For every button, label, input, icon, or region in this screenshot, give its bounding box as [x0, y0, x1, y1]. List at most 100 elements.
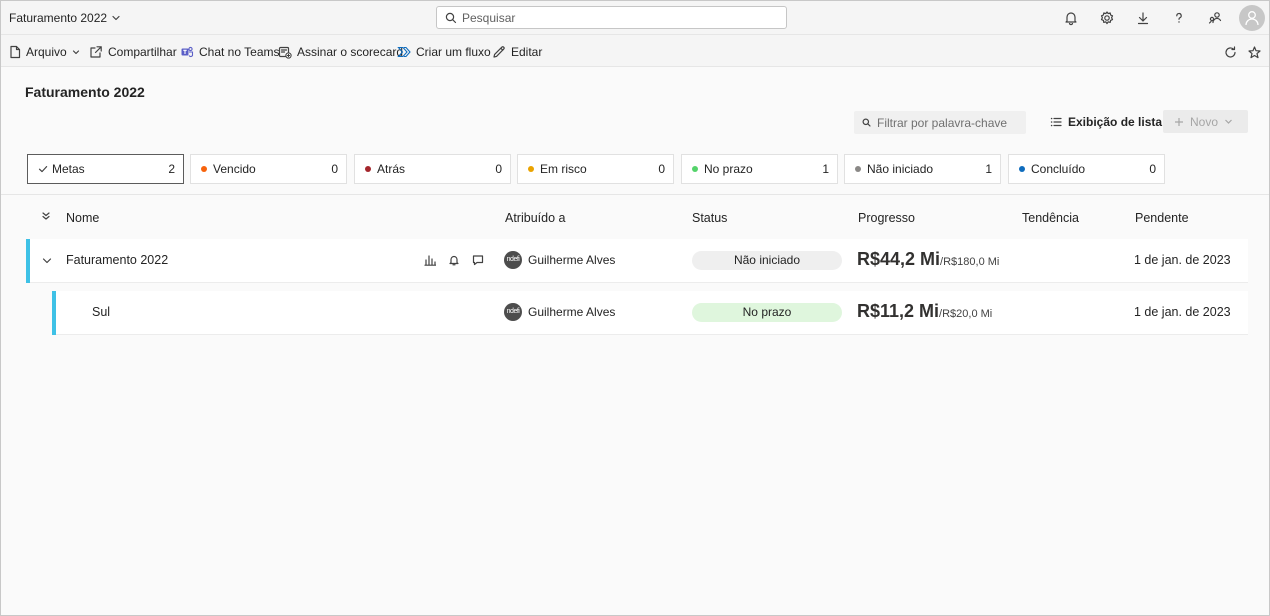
filter-pill-vencido[interactable]: Vencido 0 — [190, 154, 347, 184]
filter-pill-count: 0 — [331, 162, 338, 176]
filter-pill-count: 0 — [1149, 162, 1156, 176]
download-icon[interactable] — [1135, 10, 1151, 26]
teams-chat-button[interactable]: Chat no Teams — [180, 44, 280, 60]
target-value: /R$180,0 Mi — [940, 256, 1000, 268]
filter-pill-em-risco[interactable]: Em risco 0 — [517, 154, 674, 184]
column-header-trend[interactable]: Tendência — [1022, 211, 1079, 225]
progress-value[interactable]: R$11,2 Mi/R$20,0 Mi — [857, 301, 992, 322]
share-button[interactable]: Compartilhar — [89, 44, 177, 60]
new-button[interactable]: Novo — [1163, 110, 1248, 133]
create-flow-button[interactable]: Criar um fluxo — [397, 44, 491, 60]
search-icon — [445, 12, 457, 24]
row-actions — [424, 254, 484, 266]
column-header-name[interactable]: Nome — [66, 211, 99, 225]
user-avatar[interactable] — [1239, 5, 1265, 31]
column-header-assignee[interactable]: Atribuído a — [505, 211, 565, 225]
people-settings-icon[interactable] — [1207, 10, 1223, 26]
target-value: /R$20,0 Mi — [939, 308, 993, 320]
status-dot — [201, 166, 207, 172]
table-row[interactable]: Sul ndefi Guilherme Alves No prazo R$11,… — [52, 291, 1248, 335]
filter-pill-label: Metas — [52, 162, 85, 176]
progress-value[interactable]: R$44,2 Mi/R$180,0 Mi — [857, 249, 999, 270]
current-value: R$44,2 Mi — [857, 249, 941, 269]
status-dot — [855, 166, 861, 172]
collapse-all-icon[interactable] — [41, 211, 51, 221]
edit-button[interactable]: Editar — [492, 44, 542, 60]
table-row[interactable]: Faturamento 2022 ndefi Guilherme Alves N… — [26, 239, 1248, 283]
filter-pill-nao-iniciado[interactable]: Não iniciado 1 — [844, 154, 1001, 184]
help-icon[interactable] — [1171, 10, 1187, 26]
chevron-down-icon[interactable] — [111, 13, 121, 23]
list-icon — [1050, 117, 1062, 127]
chevron-down-icon[interactable] — [42, 256, 52, 266]
top-bar: Faturamento 2022 — [1, 1, 1269, 35]
filter-pill-metas[interactable]: Metas 2 — [27, 154, 184, 184]
goal-name[interactable]: Sul — [92, 305, 110, 319]
document-icon — [10, 45, 21, 59]
row-accent-bar — [26, 239, 30, 283]
page-title: Faturamento 2022 — [25, 84, 145, 100]
assignee-name: Guilherme Alves — [528, 253, 616, 267]
due-date: 1 de jan. de 2023 — [1134, 253, 1231, 267]
filter-pill-label: Em risco — [540, 162, 587, 176]
main-content: Faturamento 2022 Exibição de lista Novo … — [1, 67, 1269, 615]
filter-pill-label: No prazo — [704, 162, 753, 176]
assignee[interactable]: ndefi Guilherme Alves — [504, 303, 615, 321]
filter-pill-count: 2 — [168, 162, 175, 176]
assignee-name: Guilherme Alves — [528, 305, 616, 319]
list-view-button[interactable]: Exibição de lista — [1050, 115, 1162, 129]
avatar: ndefi — [504, 251, 522, 269]
file-menu-button[interactable]: Arquivo — [9, 44, 80, 60]
star-icon[interactable] — [1248, 44, 1261, 60]
comment-icon[interactable] — [472, 254, 484, 266]
row-accent-bar — [52, 291, 56, 335]
search-input[interactable] — [462, 10, 762, 25]
status-dot — [528, 166, 534, 172]
keyword-filter-input[interactable] — [877, 115, 1017, 130]
filter-pill-no-prazo[interactable]: No prazo 1 — [681, 154, 838, 184]
subscribe-icon — [278, 46, 292, 59]
filter-pill-count: 0 — [495, 162, 502, 176]
edit-label: Editar — [511, 45, 543, 59]
status-badge[interactable]: No prazo — [692, 303, 842, 322]
filter-pill-concluido[interactable]: Concluído 0 — [1008, 154, 1165, 184]
bell-icon[interactable] — [1063, 10, 1079, 26]
subscribe-scorecard-label: Assinar o scorecard — [297, 45, 404, 59]
teams-chat-label: Chat no Teams — [199, 45, 280, 59]
gear-icon[interactable] — [1099, 10, 1115, 26]
column-header-progress[interactable]: Progresso — [858, 211, 915, 225]
divider — [1, 194, 1269, 195]
file-menu-label: Arquivo — [26, 45, 67, 59]
list-view-label: Exibição de lista — [1068, 115, 1163, 129]
current-value: R$11,2 Mi — [857, 301, 940, 321]
plus-icon — [1175, 117, 1183, 126]
share-label: Compartilhar — [108, 45, 177, 59]
column-header-status[interactable]: Status — [692, 211, 727, 225]
share-icon — [90, 46, 102, 58]
goal-name[interactable]: Faturamento 2022 — [66, 253, 168, 267]
chart-icon[interactable] — [424, 254, 436, 266]
command-bar: Arquivo Compartilhar Chat no Teams Assin… — [1, 36, 1269, 67]
filter-pill-label: Atrás — [377, 162, 406, 176]
app-title[interactable]: Faturamento 2022 — [9, 11, 107, 25]
pencil-icon — [493, 46, 505, 58]
filter-pill-count: 1 — [985, 162, 992, 176]
keyword-filter[interactable] — [854, 111, 1026, 134]
filter-pill-count: 1 — [822, 162, 829, 176]
search-icon — [862, 118, 871, 127]
filter-pill-count: 0 — [658, 162, 665, 176]
refresh-icon[interactable] — [1224, 44, 1237, 60]
subscribe-scorecard-button[interactable]: Assinar o scorecard — [278, 44, 403, 60]
status-dot — [692, 166, 698, 172]
search-box[interactable] — [436, 6, 787, 29]
filter-pill-atras[interactable]: Atrás 0 — [354, 154, 511, 184]
bell-icon[interactable] — [448, 254, 460, 266]
status-badge[interactable]: Não iniciado — [692, 251, 842, 270]
filter-pill-label: Concluído — [1031, 162, 1086, 176]
column-header-due[interactable]: Pendente — [1135, 211, 1189, 225]
status-dot — [1019, 166, 1025, 172]
chevron-down-icon — [1225, 119, 1232, 124]
create-flow-label: Criar um fluxo — [416, 45, 491, 59]
assignee[interactable]: ndefi Guilherme Alves — [504, 251, 615, 269]
new-label: Novo — [1190, 114, 1219, 129]
